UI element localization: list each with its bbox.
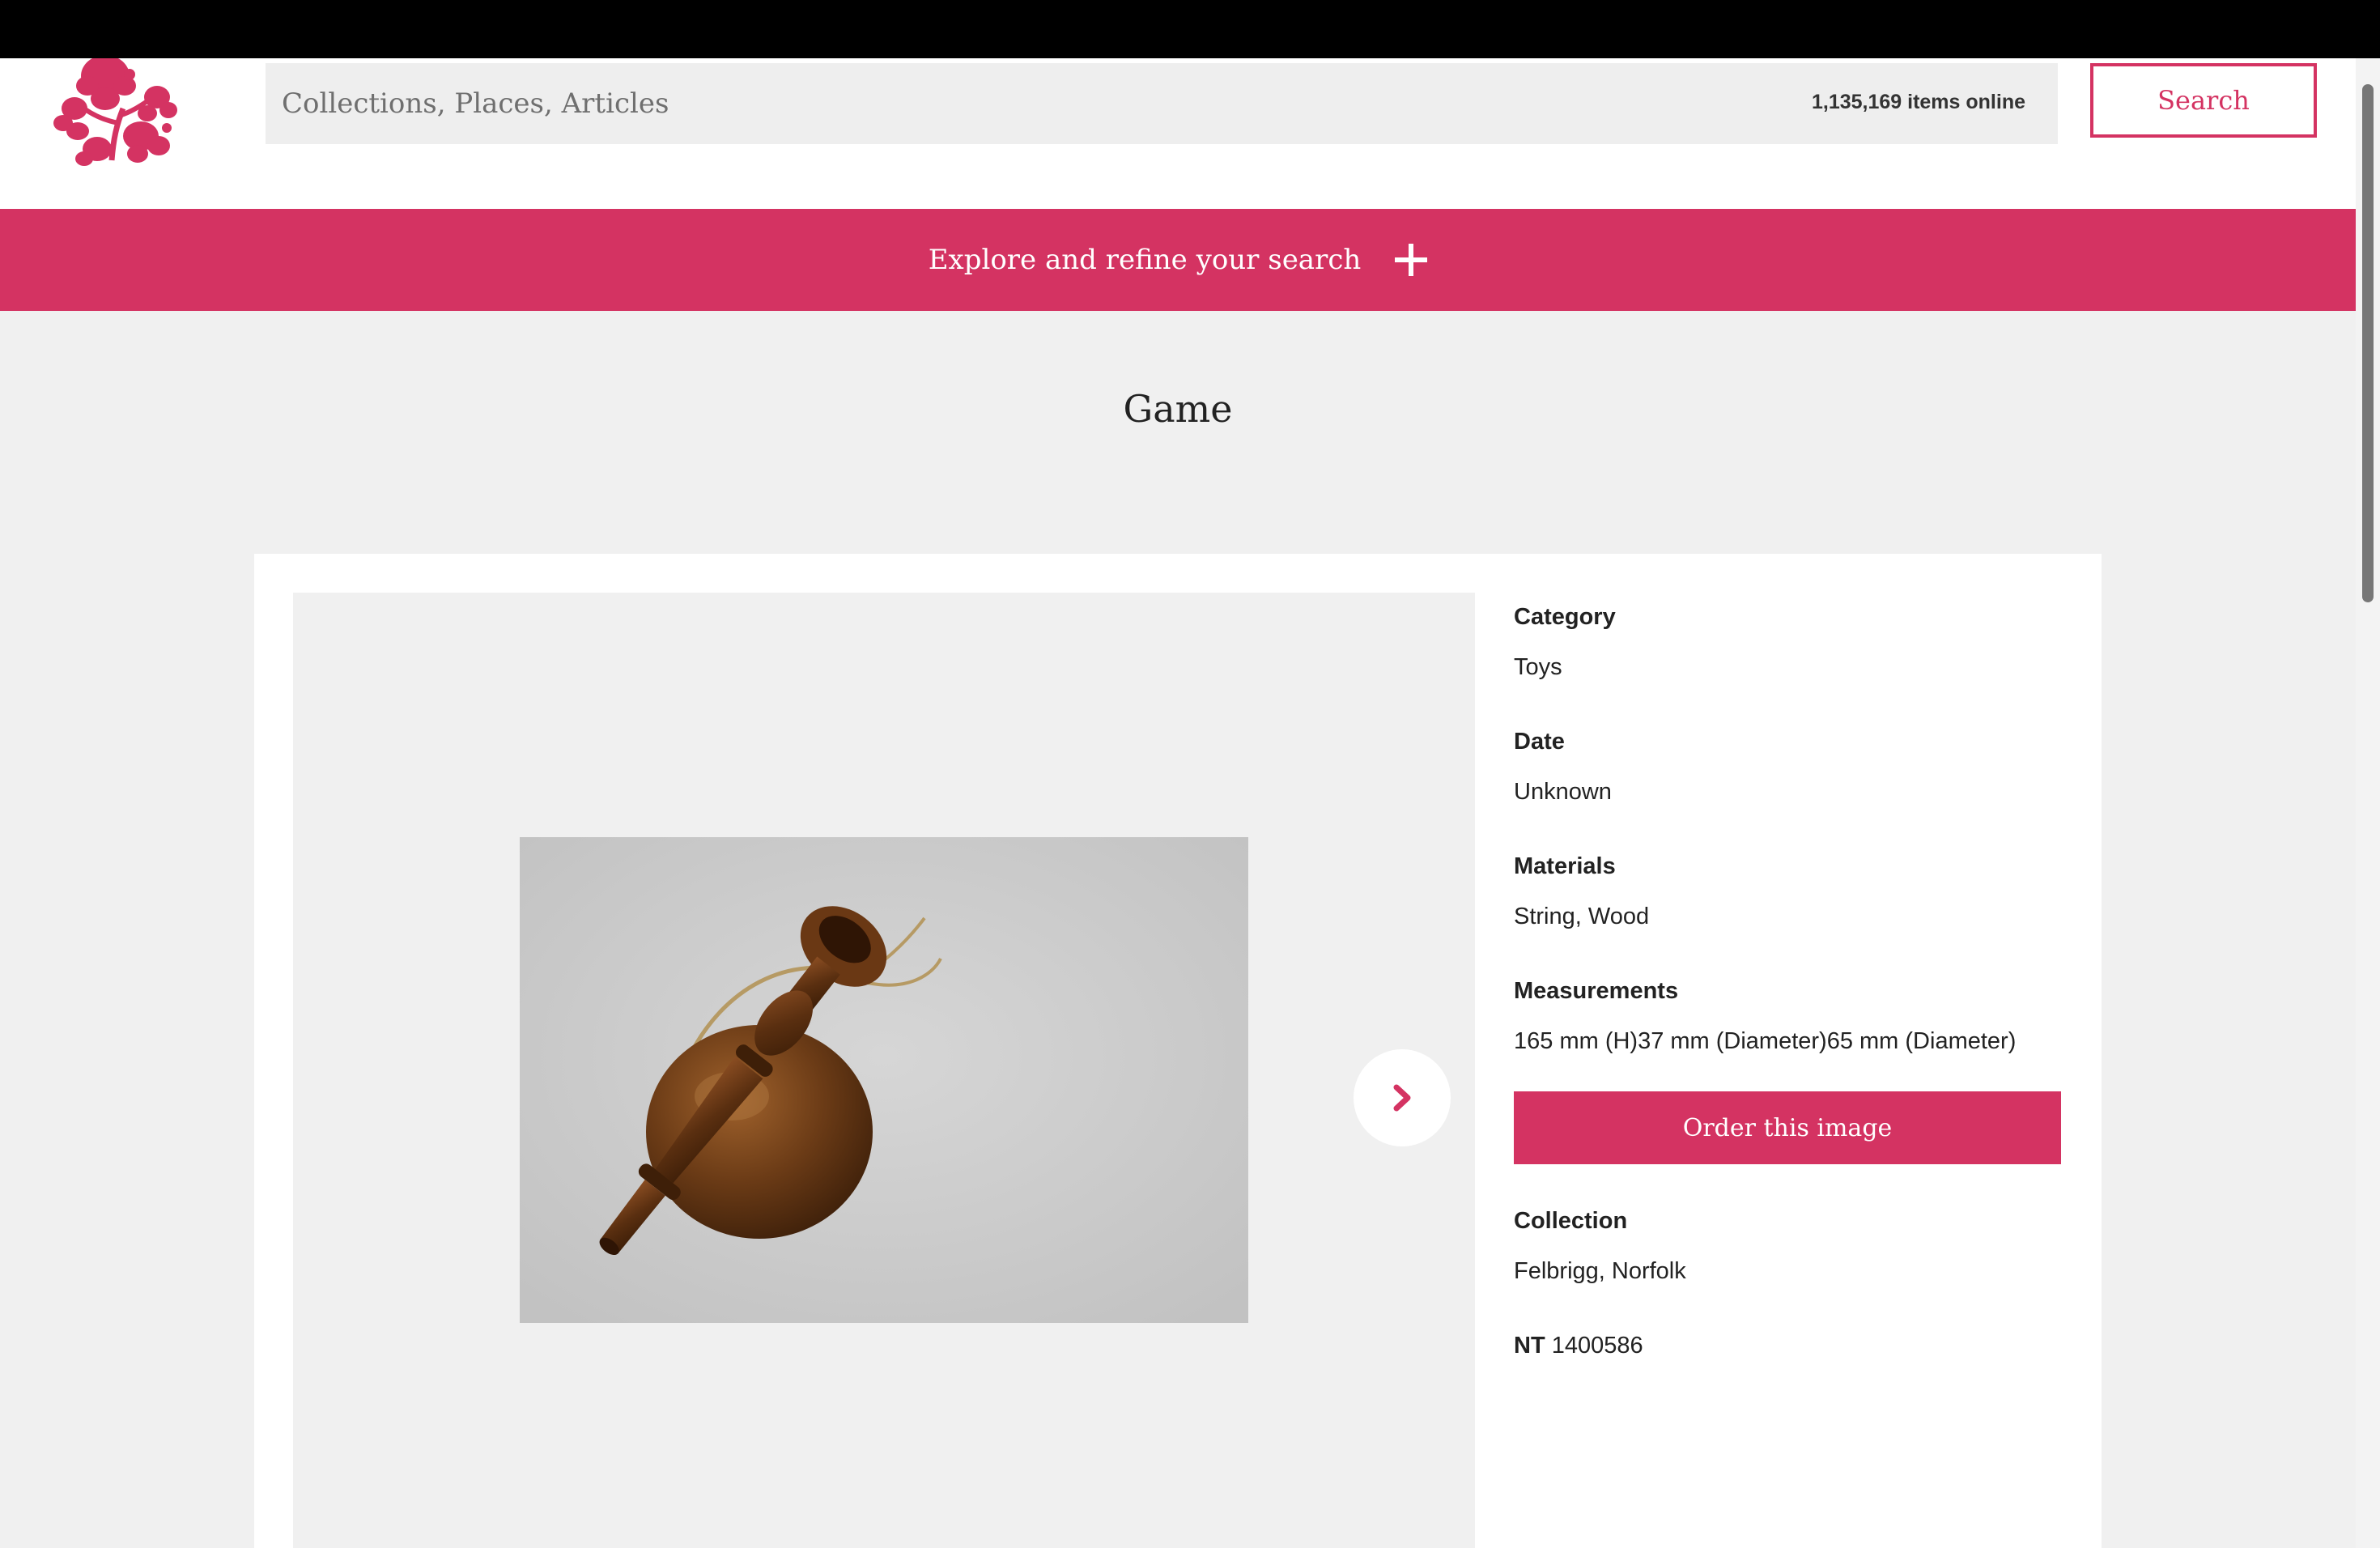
site-header: 1,135,169 items online Search xyxy=(0,58,2356,209)
date-label: Date xyxy=(1514,729,1565,755)
explore-refine-label: Explore and refine your search xyxy=(928,244,1362,276)
nt-value: 1400586 xyxy=(1551,1333,1643,1359)
next-image-button[interactable] xyxy=(1354,1049,1451,1146)
object-details: Category Toys Date Unknown Materials Str… xyxy=(1514,554,2064,1548)
materials-label: Materials xyxy=(1514,853,1616,879)
order-image-button[interactable]: Order this image xyxy=(1514,1091,2061,1164)
nt-label: NT xyxy=(1514,1333,1545,1359)
page-title: Game xyxy=(1123,387,1233,431)
nt-inventory-number: NT 1400586 xyxy=(1514,1333,1643,1359)
system-top-bar xyxy=(0,0,2380,58)
scrollbar-thumb[interactable] xyxy=(2362,84,2374,602)
collection-label: Collection xyxy=(1514,1208,1628,1234)
plus-icon[interactable] xyxy=(1395,244,1428,276)
search-box: 1,135,169 items online xyxy=(266,63,2058,144)
object-card: Category Toys Date Unknown Materials Str… xyxy=(254,554,2102,1548)
measurements-value: 165 mm (H)37 mm (Diameter)65 mm (Diamete… xyxy=(1514,1028,2017,1054)
search-input[interactable] xyxy=(282,63,1820,144)
explore-refine-toggle[interactable]: Explore and refine your search xyxy=(0,209,2356,311)
object-photo[interactable] xyxy=(520,837,1248,1323)
measurements-label: Measurements xyxy=(1514,978,1679,1004)
oak-leaf-logo[interactable] xyxy=(45,58,183,170)
date-value: Unknown xyxy=(1514,779,1612,805)
search-button[interactable]: Search xyxy=(2090,63,2317,138)
collection-value[interactable]: Felbrigg, Norfolk xyxy=(1514,1258,1686,1285)
category-label: Category xyxy=(1514,604,1616,630)
items-online-count: 1,135,169 items online xyxy=(1811,91,2025,113)
image-viewer xyxy=(293,593,1475,1548)
chevron-right-icon xyxy=(1393,1084,1411,1112)
materials-value: String, Wood xyxy=(1514,904,1650,929)
category-value: Toys xyxy=(1514,654,1562,680)
